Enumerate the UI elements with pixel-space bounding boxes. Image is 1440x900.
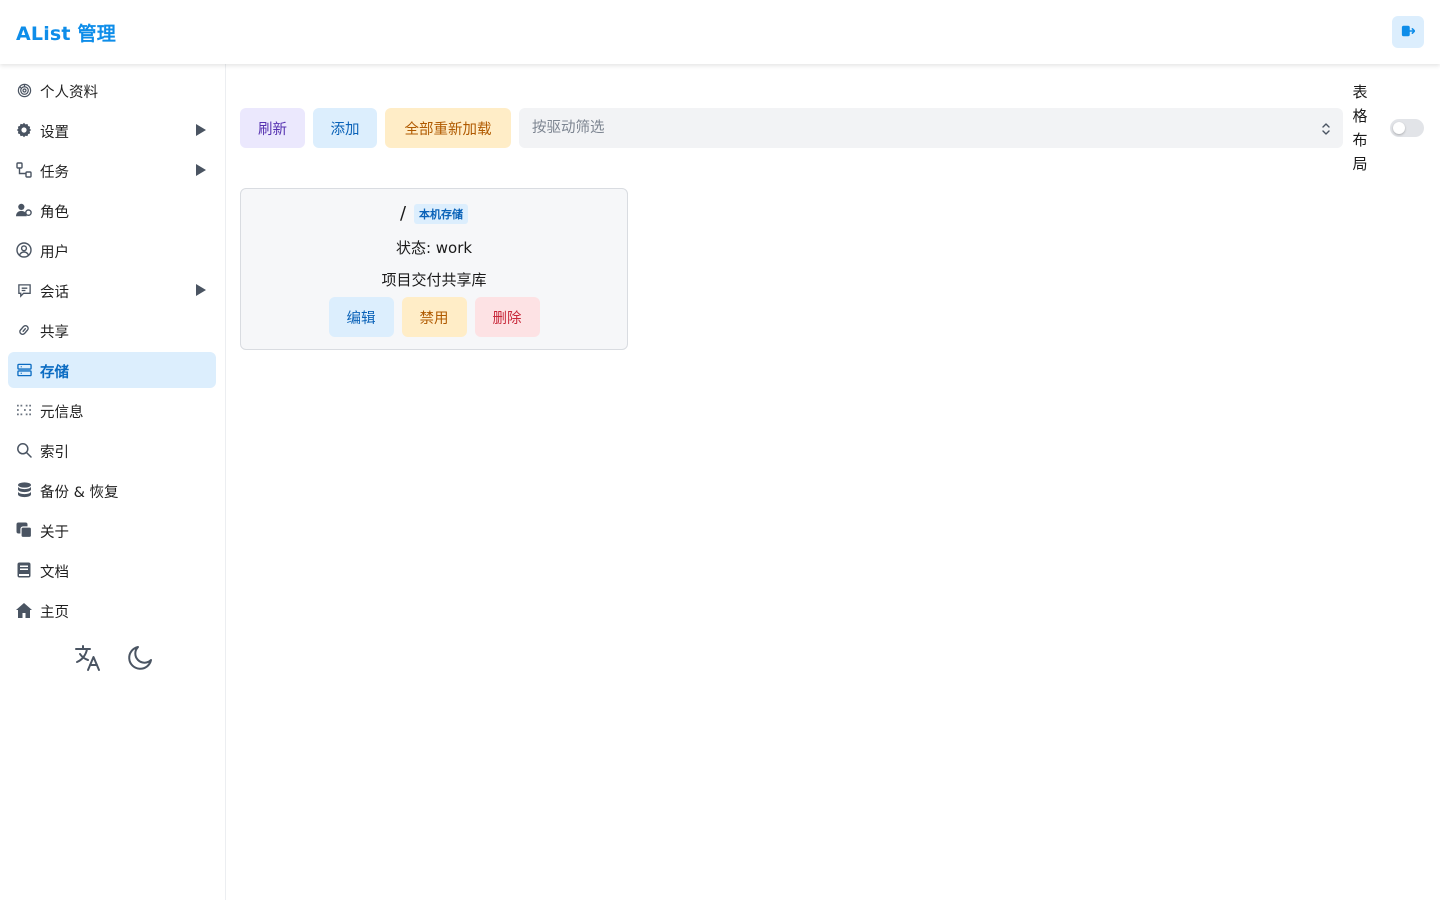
driver-filter-select[interactable] (519, 108, 1343, 148)
expand-caret-icon[interactable] (196, 284, 206, 296)
logout-icon (1401, 23, 1416, 42)
storage-card-title: / 本机存储 (241, 203, 627, 224)
gear-icon (16, 122, 32, 138)
storage-card-actions: 编辑 禁用 删除 (241, 297, 627, 337)
mount-path: / (399, 203, 407, 224)
expand-caret-icon[interactable] (196, 164, 206, 176)
expand-caret-icon[interactable] (196, 124, 206, 136)
fingerprint-icon (16, 82, 32, 98)
brand-title[interactable]: AList 管理 (16, 19, 116, 46)
sidebar-item-label: 关于 (40, 525, 69, 541)
sidebar-item-storage[interactable]: 存储 (8, 352, 216, 388)
disable-button[interactable]: 禁用 (401, 297, 467, 337)
user-gear-icon (16, 202, 32, 218)
sidebar-item-label: 用户 (40, 245, 69, 261)
sidebar-item-label: 元信息 (40, 405, 84, 421)
storage-status: 状态: work (395, 239, 473, 257)
storage-card: / 本机存储 状态: work 项目交付共享库 编辑 禁用 删除 (240, 188, 628, 350)
logout-button[interactable] (1392, 16, 1424, 48)
message-icon (16, 282, 32, 298)
sidebar-item-label: 主页 (40, 605, 69, 621)
sidebar-item-docs[interactable]: 文档 (8, 552, 216, 588)
storage-remark: 项目交付共享库 (381, 271, 487, 289)
sidebar-item-label: 角色 (40, 205, 69, 221)
table-layout-switch[interactable] (1390, 119, 1424, 137)
updown-chevron-icon (1321, 121, 1331, 135)
sidebar-item-users[interactable]: 用户 (8, 232, 216, 268)
sidebar-nav: 个人资料 设置 任务 角色 用户 会话 共享 存储 元信息 索引 备份 & 恢复… (8, 72, 216, 632)
language-button[interactable] (72, 644, 104, 676)
delete-button[interactable]: 删除 (474, 297, 540, 337)
refresh-button[interactable]: 刷新 (240, 108, 305, 148)
sidebar-item-profile[interactable]: 个人资料 (8, 72, 216, 108)
moon-icon (126, 644, 154, 676)
top-header: AList 管理 (0, 0, 1440, 64)
sidebar-item-label: 任务 (40, 165, 69, 181)
search-icon (16, 442, 32, 458)
sidebar-item-label: 备份 & 恢复 (40, 485, 119, 501)
sidebar-item-share[interactable]: 共享 (8, 312, 216, 348)
sidebar-item-metadata[interactable]: 元信息 (8, 392, 216, 428)
database-icon (16, 362, 32, 378)
add-button[interactable]: 添加 (313, 108, 377, 148)
table-layout-label: 表格布局 (1352, 83, 1368, 173)
sidebar-item-index[interactable]: 索引 (8, 432, 216, 468)
user-circle-icon (16, 242, 32, 258)
sidebar-item-settings[interactable]: 设置 (8, 112, 216, 148)
sidebar-item-label: 设置 (40, 125, 69, 141)
sidebar-item-about[interactable]: 关于 (8, 512, 216, 548)
sidebar-item-home[interactable]: 主页 (8, 592, 216, 628)
metadata-icon (16, 402, 32, 418)
sidebar-item-label: 文档 (40, 565, 69, 581)
sidebar: 个人资料 设置 任务 角色 用户 会话 共享 存储 元信息 索引 备份 & 恢复… (0, 64, 226, 900)
book-icon (16, 562, 32, 578)
theme-toggle-button[interactable] (124, 644, 156, 676)
sidebar-item-label: 索引 (40, 445, 69, 461)
home-icon (16, 602, 32, 618)
edit-button[interactable]: 编辑 (328, 297, 394, 337)
link-icon (16, 322, 32, 338)
sidebar-item-label: 存储 (40, 365, 69, 381)
switch-knob (1393, 122, 1405, 134)
driver-filter-input[interactable] (519, 108, 1343, 148)
backup-icon (16, 482, 32, 498)
driver-badge: 本机存储 (414, 203, 469, 224)
translate-icon (73, 643, 103, 677)
sidebar-item-label: 共享 (40, 325, 69, 341)
sidebar-item-label: 个人资料 (40, 85, 98, 101)
sidebar-item-backup[interactable]: 备份 & 恢复 (8, 472, 216, 508)
flow-icon (16, 162, 32, 178)
sidebar-item-tasks[interactable]: 任务 (8, 152, 216, 188)
reload-all-button[interactable]: 全部重新加载 (385, 108, 511, 148)
sidebar-item-sessions[interactable]: 会话 (8, 272, 216, 308)
copy-icon (16, 522, 32, 538)
sidebar-item-roles[interactable]: 角色 (8, 192, 216, 228)
sidebar-tools (72, 644, 156, 676)
sidebar-item-label: 会话 (40, 285, 69, 301)
